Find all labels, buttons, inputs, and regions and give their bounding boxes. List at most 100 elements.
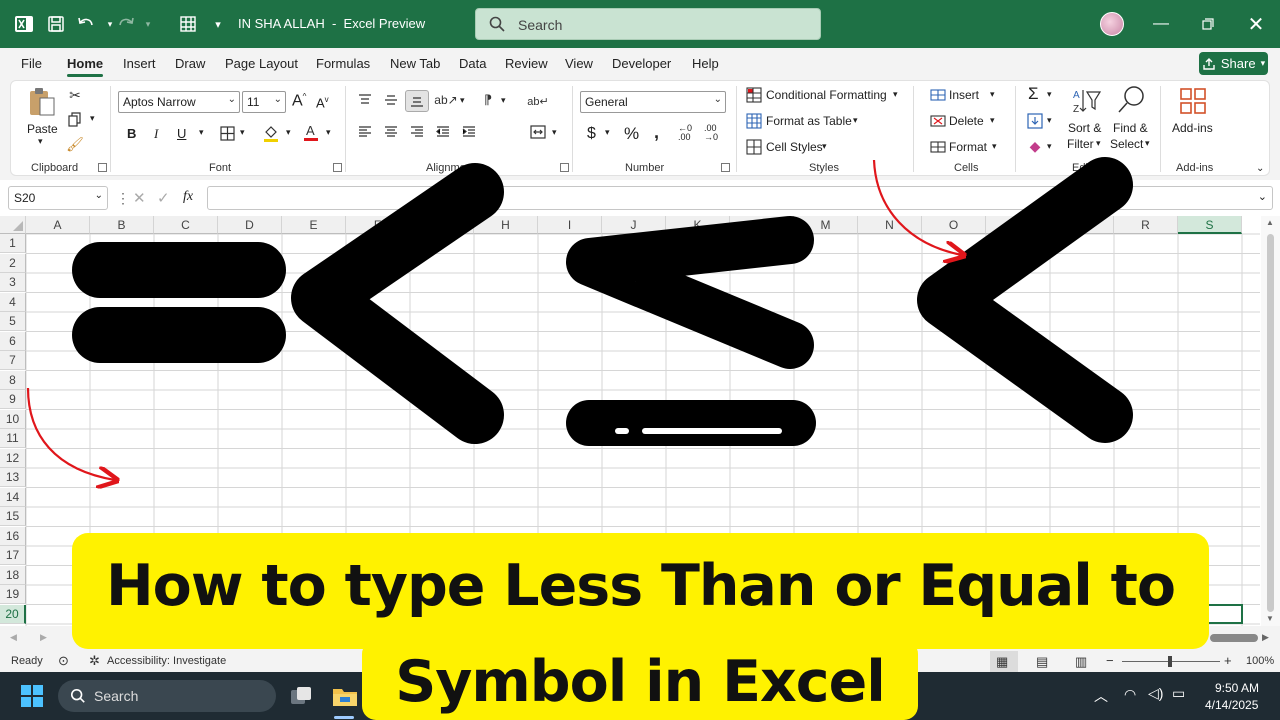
chevron-down-icon[interactable]: ⌄ [95,190,103,201]
find-select-icon[interactable] [1116,84,1148,116]
row-header-17[interactable]: 17 [0,546,26,565]
row-header-4[interactable]: 4 [0,292,26,312]
alignment-launcher-icon[interactable] [560,163,569,172]
chevron-down-icon[interactable]: ▾ [992,141,997,152]
minimize-button[interactable]: — [1146,10,1176,38]
row-header-8[interactable]: 8 [0,370,26,390]
insert-function-icon[interactable]: fx [183,189,193,205]
fill-color-icon[interactable] [262,123,280,143]
number-format-combo[interactable]: General ⌄ [580,91,726,113]
insert-cells-icon[interactable] [929,86,946,103]
clear-icon[interactable]: ◆ [1026,138,1044,155]
column-header-n[interactable]: N [858,216,922,234]
close-button[interactable]: ✕ [1241,10,1271,38]
accessibility-icon[interactable]: ✲ [89,653,100,669]
column-header-a[interactable]: A [26,216,90,234]
name-box[interactable]: S20 ⌄ [8,186,108,210]
customize-toolbar-icon[interactable]: ▾ [206,12,230,36]
align-center-icon[interactable] [382,124,400,140]
chevron-down-icon[interactable]: ▾ [990,115,995,126]
formula-input[interactable]: ⌄ [207,186,1273,210]
sort-label[interactable]: Sort & [1068,121,1101,135]
row-header-2[interactable]: 2 [0,253,26,273]
chevron-down-icon[interactable]: ▾ [326,127,331,138]
format-as-table-icon[interactable] [745,112,762,129]
accessibility-status[interactable]: Accessibility: Investigate [107,655,226,667]
copy-icon[interactable] [66,111,84,129]
scroll-down-icon[interactable]: ▼ [1266,614,1274,623]
format-cells-icon[interactable] [929,138,946,155]
share-button[interactable]: Share ▾ [1199,52,1268,75]
italic-icon[interactable]: I [154,126,158,142]
row-header-13[interactable]: 13 [0,468,26,487]
paste-chevron-icon[interactable]: ▾ [38,136,43,147]
redo-dropdown-icon[interactable]: ▾ [136,12,160,36]
chevron-down-icon[interactable]: ▾ [893,89,898,100]
font-launcher-icon[interactable] [333,163,342,172]
row-header-3[interactable]: 3 [0,273,26,292]
paste-icon[interactable] [26,86,58,118]
column-header-c[interactable]: C [154,216,218,234]
volume-icon[interactable]: ◁) [1148,685,1163,702]
tab-page-layout[interactable]: Page Layout [225,56,298,71]
cut-icon[interactable]: ✂ [66,86,84,104]
font-color-icon[interactable]: A [302,121,320,143]
chevron-down-icon[interactable]: ▾ [1047,89,1052,100]
row-header-11[interactable]: 11 [0,429,26,448]
clipboard-launcher-icon[interactable] [98,163,107,172]
merge-center-icon[interactable] [528,123,548,141]
increase-decimal-icon[interactable]: ←0.00 [678,124,692,142]
scrollbar-thumb[interactable] [1267,234,1274,612]
horizontal-scrollbar-thumb[interactable] [1210,634,1258,642]
number-launcher-icon[interactable] [721,163,730,172]
column-header-f[interactable]: F [346,216,410,234]
add-ins-label[interactable]: Add-ins [1172,121,1213,135]
selected-cell[interactable] [1179,604,1243,624]
show-hidden-icons-icon[interactable]: ︿ [1094,686,1108,706]
page-break-view-icon[interactable]: ▥ [1075,654,1087,670]
clock-time[interactable]: 9:50 AM [1215,681,1259,695]
wifi-icon[interactable]: ◠ [1124,686,1136,703]
conditional-formatting-icon[interactable] [745,86,762,103]
column-header-o[interactable]: O [922,216,986,234]
scroll-up-icon[interactable]: ▲ [1266,218,1274,227]
zoom-out-icon[interactable]: − [1106,653,1114,668]
underline-icon[interactable]: U [177,126,186,141]
tab-view[interactable]: View [565,56,593,71]
tab-home[interactable]: Home [67,56,103,71]
vertical-scrollbar[interactable]: ▲ ▼ [1261,216,1280,628]
tab-review[interactable]: Review [505,56,548,71]
comma-style-icon[interactable]: , [654,122,659,143]
windows-start-icon[interactable] [20,684,44,708]
rtl-icon[interactable]: ⁋ [478,91,498,109]
align-left-icon[interactable] [356,124,374,140]
chevron-down-icon[interactable]: ▾ [1047,115,1052,126]
column-header-d[interactable]: D [218,216,282,234]
chevron-down-icon[interactable]: ▾ [990,89,995,100]
column-header-q[interactable]: Q [1050,216,1114,234]
align-middle-icon[interactable] [382,92,400,108]
row-header-1[interactable]: 1 [0,234,26,253]
paste-label[interactable]: Paste [27,122,58,136]
tab-help[interactable]: Help [692,56,719,71]
align-right-icon[interactable] [408,124,426,140]
decrease-decimal-icon[interactable]: .00 →0 [704,124,718,142]
column-header-m[interactable]: M [794,216,858,234]
wrap-text-icon[interactable]: ab↵ [527,91,548,111]
column-header-k[interactable]: K [666,216,730,234]
increase-indent-icon[interactable] [460,124,478,140]
chevron-down-icon[interactable]: ▾ [1145,138,1150,149]
row-header-14[interactable]: 14 [0,487,26,507]
collapse-ribbon-icon[interactable]: ⌄ [1256,163,1264,174]
worksheet-grid[interactable]: ABCDEFGHIJKLMNOPQRS 1 2 3 4 5 6 7 8 9 10 11 12 13 14 1… [0,216,1260,626]
chevron-down-icon[interactable]: ▾ [1047,141,1052,152]
undo-icon[interactable] [74,12,98,36]
row-header-15[interactable]: 15 [0,507,26,526]
task-view-icon[interactable] [290,686,312,706]
redo-icon[interactable] [114,12,138,36]
more-options-icon[interactable]: ⋮ [116,190,130,207]
percent-icon[interactable]: % [624,124,639,144]
font-size-combo[interactable]: 11 ⌄ [242,91,286,113]
maximize-button[interactable] [1193,10,1223,38]
row-header-19[interactable]: 19 [0,585,26,604]
